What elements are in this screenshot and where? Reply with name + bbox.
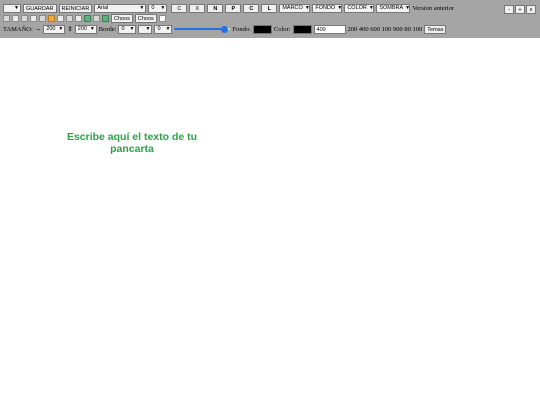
slider-fill bbox=[174, 28, 225, 30]
banner-text[interactable]: Escribe aquí el texto de tu pancarta bbox=[64, 131, 200, 155]
list-icon[interactable] bbox=[39, 14, 46, 22]
weight-input[interactable]: 400 bbox=[313, 24, 346, 34]
chevron-down-icon: ▼ bbox=[89, 25, 95, 32]
font-select[interactable]: Arial ▼ bbox=[94, 4, 147, 13]
arrow-icon[interactable] bbox=[93, 14, 100, 22]
brush-icon[interactable] bbox=[102, 14, 109, 22]
checkbox-icon[interactable] bbox=[158, 14, 166, 22]
close-button[interactable]: x bbox=[526, 5, 536, 14]
chevron-down-icon: ▼ bbox=[304, 5, 310, 11]
plus-button[interactable]: + bbox=[515, 5, 525, 14]
chevron-down-icon: ▼ bbox=[337, 5, 343, 11]
tamano-label: TAMAÑO: bbox=[3, 25, 33, 33]
center-button[interactable]: C bbox=[171, 4, 188, 13]
fondo-select[interactable]: FONDO ▼ bbox=[312, 4, 343, 13]
chevron-down-icon: ▼ bbox=[165, 25, 171, 32]
reset-button[interactable]: REINICIAR bbox=[58, 4, 93, 13]
toolbar-row-3: TAMAÑO: ⇔ 200 ▼ ⇕ 200 ▼ Borde: 0 ▼ ▼ 0 ▼ Fon… bbox=[3, 24, 447, 34]
chevron-down-icon: ▼ bbox=[129, 25, 135, 32]
height-arrow-icon: ⇕ bbox=[67, 26, 73, 33]
choose-file-button-2[interactable]: Choos bbox=[134, 13, 157, 23]
align-center-icon[interactable] bbox=[12, 14, 19, 22]
font-size-value: 0 bbox=[151, 5, 155, 11]
p-button[interactable]: P bbox=[225, 4, 242, 13]
sombra-select-value: SOMBRA bbox=[379, 5, 404, 11]
marco-select[interactable]: MARCO ▼ bbox=[279, 4, 311, 13]
width-select-value: 200 bbox=[46, 25, 56, 32]
width-select[interactable]: 200 ▼ bbox=[43, 24, 66, 34]
text-color-picker[interactable] bbox=[292, 24, 312, 34]
x-button[interactable]: X bbox=[189, 4, 206, 13]
toolbar-row-2: Choos Choos bbox=[3, 13, 166, 23]
align-right-icon[interactable] bbox=[21, 14, 28, 22]
extra-select[interactable]: 0 ▼ bbox=[154, 24, 173, 34]
minus-button[interactable]: - bbox=[504, 5, 514, 14]
font-size-select[interactable]: 0 ▼ bbox=[148, 4, 168, 13]
chevron-down-icon: ▼ bbox=[368, 5, 374, 11]
width-arrow-icon: ⇔ bbox=[34, 25, 42, 33]
sombra-select[interactable]: SOMBRA ▼ bbox=[376, 4, 411, 13]
l-button[interactable]: L bbox=[261, 4, 278, 13]
bold-button[interactable]: N bbox=[207, 4, 224, 13]
window-controls: - + x bbox=[504, 5, 536, 14]
borde-select[interactable]: 0 ▼ bbox=[118, 24, 137, 34]
chevron-down-icon: ▼ bbox=[145, 25, 151, 32]
first-select[interactable]: ▼ bbox=[3, 4, 21, 13]
fondo-select-value: FONDO bbox=[315, 5, 336, 11]
chevron-down-icon: ▼ bbox=[14, 5, 19, 11]
save-button[interactable]: GUARDAR bbox=[23, 4, 57, 13]
fondo-label: Fondo: bbox=[232, 25, 251, 33]
color-label: Color: bbox=[273, 25, 291, 33]
chevron-down-icon: ▼ bbox=[58, 25, 64, 32]
slider-handle[interactable] bbox=[221, 25, 229, 33]
choose-file-button-1[interactable]: Choos bbox=[111, 13, 133, 23]
chevron-down-icon: ▼ bbox=[160, 5, 166, 11]
color-select[interactable]: COLOR ▼ bbox=[344, 4, 375, 13]
layer-icon[interactable] bbox=[66, 14, 73, 22]
size-slider[interactable] bbox=[174, 25, 231, 34]
borde-select-value: 0 bbox=[121, 25, 125, 32]
borde-label: Borde: bbox=[98, 25, 117, 33]
fondo-color-picker[interactable] bbox=[252, 24, 272, 34]
temas-button[interactable]: Temas bbox=[424, 24, 447, 34]
weights-text: 200 400 600 100 900 80 100 bbox=[347, 25, 423, 33]
marco-select-value: MARCO bbox=[282, 5, 303, 11]
paint-icon[interactable] bbox=[84, 14, 91, 22]
font-select-value: Arial bbox=[97, 5, 109, 11]
c-button[interactable]: C bbox=[243, 4, 260, 13]
shape-icon[interactable] bbox=[57, 14, 64, 22]
version-link[interactable]: Version anterior bbox=[412, 5, 454, 12]
height-select[interactable]: 200 ▼ bbox=[74, 24, 97, 34]
image-icon[interactable] bbox=[48, 14, 55, 22]
chevron-down-icon: ▼ bbox=[139, 5, 145, 11]
height-select-value: 200 bbox=[77, 25, 87, 32]
color-select-value: COLOR bbox=[347, 5, 367, 11]
align-left-icon[interactable] bbox=[3, 14, 10, 22]
borde-style-select[interactable]: ▼ bbox=[138, 24, 153, 34]
toolbar: ▼ GUARDAR REINICIAR Arial ▼ 0 ▼ C X N P C … bbox=[0, 0, 540, 38]
extra-select-value: 0 bbox=[157, 25, 161, 32]
text-icon[interactable] bbox=[30, 14, 37, 22]
copy-icon[interactable] bbox=[75, 14, 82, 22]
chevron-down-icon: ▼ bbox=[405, 5, 411, 11]
